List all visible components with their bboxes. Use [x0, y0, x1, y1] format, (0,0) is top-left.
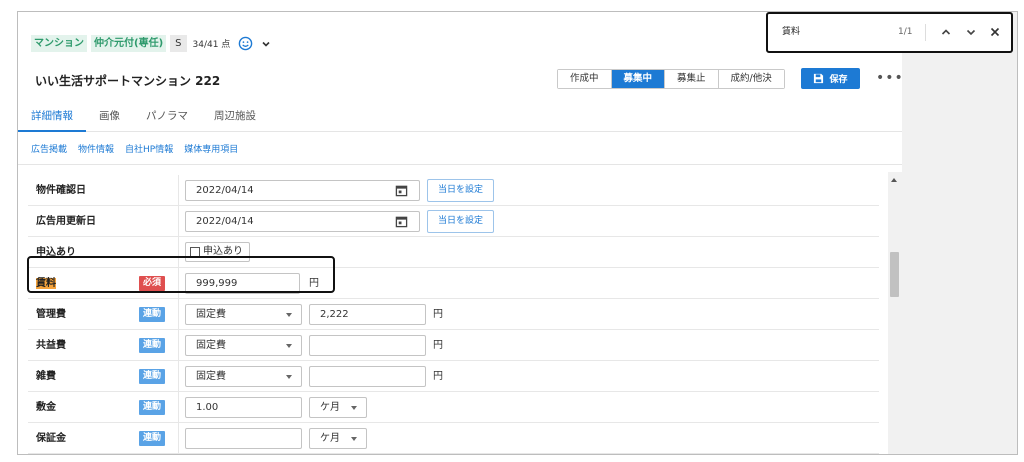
status-stopped-button[interactable]: 募集止	[665, 70, 719, 88]
find-bar: 賃料 1/1	[766, 12, 1013, 53]
fee-type-select[interactable]: 固定費	[185, 366, 302, 387]
close-icon[interactable]	[989, 26, 1001, 38]
row-ad-update-date: 広告用更新日 2022/04/14 当日を設定	[28, 206, 879, 237]
row-label: 広告用更新日	[36, 216, 96, 227]
fee-type-select[interactable]: 固定費	[185, 335, 302, 356]
sub-tabs: 広告掲載 物件情報 自社HP情報 媒体専用項目	[18, 133, 902, 165]
more-options-icon[interactable]: •••	[876, 70, 904, 86]
linked-badge: 連動	[139, 338, 165, 353]
select-value: 固定費	[196, 340, 226, 351]
divider	[178, 299, 179, 330]
unit-yen: 円	[433, 340, 443, 351]
linked-badge: 連動	[139, 369, 165, 384]
common-fee-input[interactable]	[309, 335, 426, 356]
header-tags: マンション 仲介元付(専任) S 34/41 点	[31, 35, 271, 52]
set-today-button[interactable]: 当日を設定	[427, 179, 495, 202]
divider	[925, 24, 926, 41]
fee-type-select[interactable]: 固定費	[185, 304, 302, 325]
row-misc-fee: 雑費 連動 固定費 円	[28, 361, 879, 392]
linked-badge: 連動	[139, 431, 165, 446]
status-recruiting-button[interactable]: 募集中	[611, 70, 666, 88]
save-label: 保存	[829, 75, 848, 85]
divider	[178, 206, 179, 237]
row-deposit: 敷金 連動 1.00 ケ月	[28, 392, 879, 423]
row-label: 敷金	[36, 402, 56, 413]
smile-icon[interactable]	[238, 36, 253, 51]
rent-row-callout	[27, 256, 335, 293]
row-label: 保証金	[36, 433, 66, 444]
calendar-icon[interactable]	[395, 184, 408, 197]
row-label: 雑費	[36, 371, 56, 382]
page-title: いい生活サポートマンション 222	[35, 74, 221, 88]
dropdown-arrow-icon	[286, 344, 292, 348]
dropdown-arrow-icon	[286, 313, 292, 317]
status-draft-button[interactable]: 作成中	[558, 70, 612, 88]
select-value: 固定費	[196, 309, 226, 320]
row-common-fee: 共益費 連動 固定費 円	[28, 330, 879, 361]
dropdown-arrow-icon	[351, 437, 357, 441]
subtab-media[interactable]: 媒体専用項目	[184, 142, 238, 155]
select-value: ケ月	[320, 433, 340, 444]
row-confirm-date: 物件確認日 2022/04/14 当日を設定	[28, 175, 879, 206]
right-gutter	[902, 12, 1017, 454]
divider	[178, 423, 179, 454]
rank-badge: S	[170, 35, 187, 52]
select-value: 固定費	[196, 371, 226, 382]
select-value: ケ月	[320, 402, 340, 413]
deposit-unit-select[interactable]: ケ月	[309, 397, 367, 418]
tab-nearby[interactable]: 周辺施設	[201, 102, 269, 132]
subtab-hp[interactable]: 自社HP情報	[125, 142, 173, 155]
tag-property-type: マンション	[31, 35, 87, 52]
divider	[178, 175, 179, 206]
property-panel: マンション 仲介元付(専任) S 34/41 点 いい生活サポートマンション 2…	[18, 12, 904, 454]
scroll-thumb[interactable]	[890, 252, 899, 297]
date-value: 2022/04/14	[196, 185, 254, 196]
unit-yen: 円	[433, 309, 443, 320]
row-label: 物件確認日	[36, 185, 86, 196]
chevron-down-icon[interactable]	[261, 39, 271, 49]
subtab-property[interactable]: 物件情報	[78, 142, 114, 155]
find-input[interactable]: 賃料	[782, 14, 800, 51]
subtab-ad[interactable]: 広告掲載	[31, 142, 67, 155]
dropdown-arrow-icon	[286, 375, 292, 379]
guarantee-input[interactable]	[185, 428, 302, 449]
management-fee-input[interactable]: 2,222	[309, 304, 426, 325]
find-match-count: 1/1	[898, 27, 913, 37]
chevron-up-icon[interactable]	[940, 26, 952, 38]
app-frame: マンション 仲介元付(専任) S 34/41 点 いい生活サポートマンション 2…	[17, 11, 1018, 455]
set-today-button[interactable]: 当日を設定	[427, 210, 495, 233]
deposit-input[interactable]: 1.00	[185, 397, 302, 418]
status-contracted-button[interactable]: 成約/他決	[718, 70, 784, 88]
row-label: 共益費	[36, 340, 66, 351]
calendar-icon[interactable]	[395, 215, 408, 228]
tab-details[interactable]: 詳細情報	[18, 102, 86, 132]
date-value: 2022/04/14	[196, 216, 254, 227]
score-text: 34/41 点	[192, 40, 231, 50]
divider	[178, 361, 179, 392]
tag-brokerage: 仲介元付(専任)	[91, 35, 167, 52]
ad-update-date-input[interactable]: 2022/04/14	[185, 211, 420, 232]
tab-panorama[interactable]: パノラマ	[133, 102, 201, 132]
row-label: 管理費	[36, 309, 66, 320]
linked-badge: 連動	[139, 307, 165, 322]
status-toggle-group: 作成中 募集中 募集止 成約/他決	[557, 69, 785, 89]
save-button[interactable]: 保存	[801, 68, 860, 89]
confirm-date-input[interactable]: 2022/04/14	[185, 180, 420, 201]
unit-yen: 円	[433, 371, 443, 382]
row-management-fee: 管理費 連動 固定費 2,222 円	[28, 299, 879, 330]
row-guarantee: 保証金 連動 ケ月	[28, 423, 879, 454]
tab-images[interactable]: 画像	[86, 102, 133, 132]
divider	[178, 330, 179, 361]
chevron-down-icon[interactable]	[965, 26, 977, 38]
dropdown-arrow-icon	[351, 406, 357, 410]
divider	[178, 392, 179, 423]
main-tabs: 詳細情報 画像 パノラマ 周辺施設	[18, 102, 902, 132]
save-icon	[814, 73, 824, 84]
guarantee-unit-select[interactable]: ケ月	[309, 428, 367, 449]
vertical-scrollbar[interactable]	[888, 172, 902, 454]
misc-fee-input[interactable]	[309, 366, 426, 387]
linked-badge: 連動	[139, 400, 165, 415]
scroll-up-icon[interactable]	[891, 178, 897, 182]
